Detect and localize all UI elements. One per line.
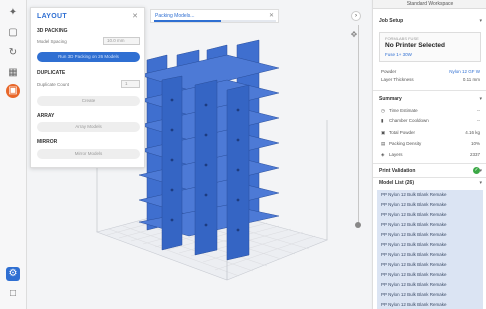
model-spacing-field[interactable]: 10.0 mm <box>103 37 140 45</box>
list-item[interactable]: PP Nylon 12 Bulk Blank Remake <box>377 270 483 280</box>
run-packing-button[interactable]: Run 3D Packing on 26 Models <box>37 52 140 62</box>
divider <box>373 90 486 91</box>
list-item[interactable]: PP Nylon 12 Bulk Blank Remake <box>377 240 483 250</box>
packing-progress-toast: Packing Models... ✕ <box>150 9 279 23</box>
layout-icon[interactable]: ▣ <box>6 84 20 98</box>
list-item[interactable]: PP Nylon 12 Bulk Blank Remake <box>377 190 483 200</box>
model-list: PP Nylon 12 Bulk Blank Remake PP Nylon 1… <box>377 190 483 309</box>
mirror-models-button[interactable]: Mirror Models <box>37 149 140 159</box>
list-item[interactable]: PP Nylon 12 Bulk Blank Remake <box>377 300 483 309</box>
workspace-dropdown[interactable]: Standard Workspace <box>373 0 486 9</box>
printer-name: No Printer Selected <box>385 42 445 49</box>
summary-value: 2337 <box>469 152 480 157</box>
chevron-down-icon[interactable]: ▾ <box>479 18 482 24</box>
thermometer-icon: ▮ <box>381 118 384 123</box>
left-toolbar: ✦ ▢ ↻ ▦ ▣ ⚙ □ <box>0 0 27 309</box>
list-item[interactable]: PP Nylon 12 Bulk Blank Remake <box>377 280 483 290</box>
crop-icon[interactable]: ▢ <box>6 26 20 40</box>
right-panel: Standard Workspace Job Setup ▾ FORMLABS … <box>372 0 486 309</box>
material-value[interactable]: Nylon 12 GF W <box>449 69 480 74</box>
divider <box>373 163 486 164</box>
layers-icon: ◈ <box>381 152 385 157</box>
close-icon[interactable]: ✕ <box>269 12 274 19</box>
material-label: Powder <box>381 69 397 74</box>
chevron-down-icon[interactable]: ▾ <box>479 168 482 174</box>
chevron-down-icon[interactable]: ▾ <box>479 180 482 186</box>
layout-panel-title: LAYOUT <box>37 13 67 20</box>
array-models-button[interactable]: Array Models <box>37 122 140 132</box>
clock-icon: ◷ <box>381 108 385 113</box>
duplicate-count-field[interactable]: 1 <box>121 80 140 88</box>
list-item[interactable]: PP Nylon 12 Bulk Blank Remake <box>377 230 483 240</box>
list-item[interactable]: PP Nylon 12 Bulk Blank Remake <box>377 290 483 300</box>
array-section-title: ARRAY <box>37 113 55 119</box>
summary-label: Chamber Cooldown <box>389 118 429 123</box>
summary-value: -- <box>477 108 480 113</box>
grid-icon[interactable]: ▦ <box>6 66 20 80</box>
divider <box>373 177 486 178</box>
summary-label: Layers <box>389 152 403 157</box>
printer-brand: FORMLABS FUSE <box>385 36 419 41</box>
create-button[interactable]: Create <box>37 96 140 106</box>
zoom-slider-handle[interactable] <box>355 222 361 228</box>
rotate-icon[interactable]: ↻ <box>6 46 20 60</box>
density-icon: ▤ <box>381 141 386 146</box>
print-validation-title[interactable]: Print Validation <box>379 168 415 174</box>
layer-thickness-value: 0.11 mm <box>462 77 480 82</box>
list-item[interactable]: PP Nylon 12 Bulk Blank Remake <box>377 200 483 210</box>
powder-icon: ▣ <box>381 130 386 135</box>
list-item[interactable]: PP Nylon 12 Bulk Blank Remake <box>377 260 483 270</box>
duplicate-section-title: DUPLICATE <box>37 70 66 76</box>
zoom-slider-track[interactable] <box>358 25 359 225</box>
list-item[interactable]: PP Nylon 12 Bulk Blank Remake <box>377 210 483 220</box>
model-list-title[interactable]: Model List (26) <box>379 180 414 186</box>
packing-section-title: 3D PACKING <box>37 28 68 34</box>
summary-value: 10% <box>470 141 480 146</box>
wand-icon[interactable]: ✦ <box>6 6 20 20</box>
summary-title[interactable]: Summary <box>379 96 402 102</box>
mirror-section-title: MIRROR <box>37 139 58 145</box>
view-cube-icon[interactable]: ✥ <box>344 30 364 46</box>
collapse-panel-button[interactable]: › <box>351 11 361 21</box>
settings-icon[interactable]: ⚙ <box>6 267 20 281</box>
model-spacing-label: Model Spacing <box>37 39 67 44</box>
layer-thickness-label: Layer Thickness <box>381 77 414 82</box>
packing-progress-fill <box>154 20 222 22</box>
summary-value: -- <box>477 118 480 123</box>
summary-value: 4.16 kg <box>465 130 480 135</box>
job-setup-title[interactable]: Job Setup <box>379 18 403 24</box>
close-icon[interactable]: ✕ <box>132 12 138 20</box>
packing-progress-track <box>154 20 276 22</box>
layout-panel: LAYOUT ✕ 3D PACKING Model Spacing 10.0 m… <box>30 7 145 168</box>
printer-card[interactable]: FORMLABS FUSE No Printer Selected Fuse 1… <box>379 32 481 62</box>
list-item[interactable]: PP Nylon 12 Bulk Blank Remake <box>377 250 483 260</box>
list-item[interactable]: PP Nylon 12 Bulk Blank Remake <box>377 220 483 230</box>
folder-icon[interactable]: □ <box>6 287 20 301</box>
summary-label: Packing Density <box>389 141 422 146</box>
packing-status-text: Packing Models... <box>155 13 195 19</box>
summary-label: Total Powder <box>389 130 416 135</box>
summary-label: Time Estimate <box>389 108 418 113</box>
duplicate-count-label: Duplicate Count <box>37 82 70 87</box>
chevron-down-icon[interactable]: ▾ <box>479 96 482 102</box>
printer-model: Fuse 1+ 30W <box>385 52 412 57</box>
